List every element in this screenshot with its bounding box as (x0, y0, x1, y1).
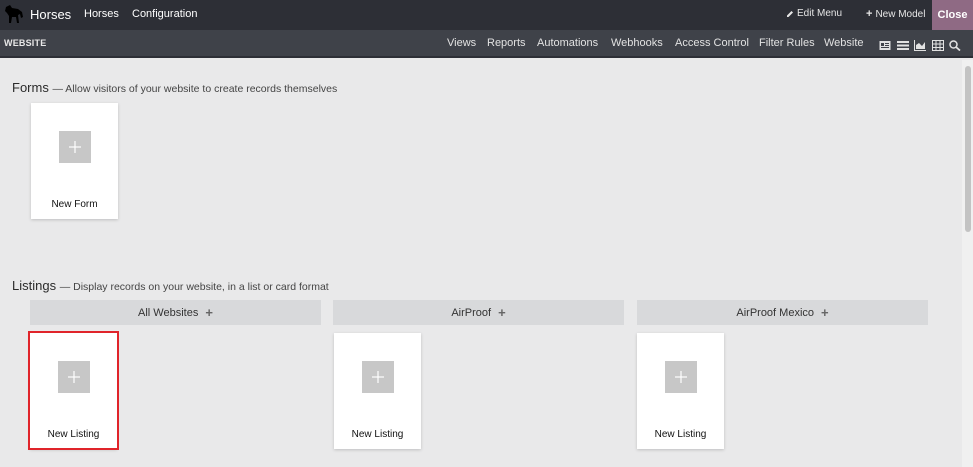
nav-views[interactable]: Views (447, 37, 476, 49)
plus-icon (665, 361, 697, 393)
horse-icon[interactable] (3, 3, 25, 25)
subbar-title: WEBSITE (4, 38, 47, 48)
plus-icon (362, 361, 394, 393)
group-name: All Websites (138, 306, 199, 319)
app-name[interactable]: Horses (30, 7, 71, 22)
plus-icon[interactable]: + (205, 305, 213, 320)
top-navbar: Horses Horses Configuration Edit Menu + … (0, 0, 973, 30)
new-listing-card-airproof[interactable]: New Listing (334, 333, 421, 449)
nav-reports[interactable]: Reports (487, 37, 526, 49)
plus-icon[interactable]: + (821, 305, 829, 320)
studio-subbar: WEBSITE Views Reports Automations Webhoo… (0, 30, 973, 58)
edit-menu-label: Edit Menu (797, 8, 843, 19)
menu-horses[interactable]: Horses (84, 8, 119, 20)
new-listing-card-airproof-mexico[interactable]: New Listing (637, 333, 724, 449)
listings-title: Listings (12, 278, 57, 293)
edit-menu-button[interactable]: Edit Menu (786, 8, 842, 19)
close-button[interactable]: Close (932, 0, 973, 30)
listing-group-all-websites[interactable]: All Websites + (30, 300, 321, 325)
list-view-icon[interactable] (897, 38, 909, 50)
new-form-label: New Form (51, 199, 98, 210)
highlight-box (28, 331, 119, 450)
new-model-button[interactable]: + New Model (866, 8, 925, 20)
listing-group-airproof-mexico[interactable]: AirProof Mexico + (637, 300, 928, 325)
listings-description: — Display records on your website, in a … (59, 281, 329, 293)
listing-group-airproof[interactable]: AirProof + (333, 300, 624, 325)
listings-section-title: Listings — Display records on your websi… (12, 278, 329, 293)
form-view-icon[interactable] (879, 38, 891, 50)
plus-icon: + (866, 8, 873, 20)
search-icon[interactable] (949, 38, 961, 52)
scrollbar-thumb[interactable] (965, 66, 971, 232)
forms-title: Forms (12, 80, 49, 95)
nav-automations[interactable]: Automations (537, 37, 598, 49)
plus-icon[interactable]: + (498, 305, 506, 320)
forms-description: — Allow visitors of your website to crea… (52, 83, 338, 95)
group-name: AirProof (451, 306, 492, 319)
menu-configuration[interactable]: Configuration (132, 8, 197, 20)
nav-website[interactable]: Website (824, 37, 864, 49)
nav-filter-rules[interactable]: Filter Rules (759, 37, 815, 49)
new-model-label: New Model (875, 8, 926, 20)
nav-access-control[interactable]: Access Control (675, 37, 749, 49)
new-form-card[interactable]: New Form (31, 103, 118, 219)
graph-view-icon[interactable] (914, 38, 926, 51)
pencil-icon (787, 10, 793, 17)
pivot-view-icon[interactable] (932, 38, 944, 51)
group-name: AirProof Mexico (736, 306, 815, 319)
new-listing-label: New Listing (351, 429, 404, 440)
forms-section-title: Forms — Allow visitors of your website t… (12, 80, 337, 95)
nav-webhooks[interactable]: Webhooks (611, 37, 663, 49)
plus-icon (59, 131, 91, 163)
new-listing-label: New Listing (654, 429, 707, 440)
